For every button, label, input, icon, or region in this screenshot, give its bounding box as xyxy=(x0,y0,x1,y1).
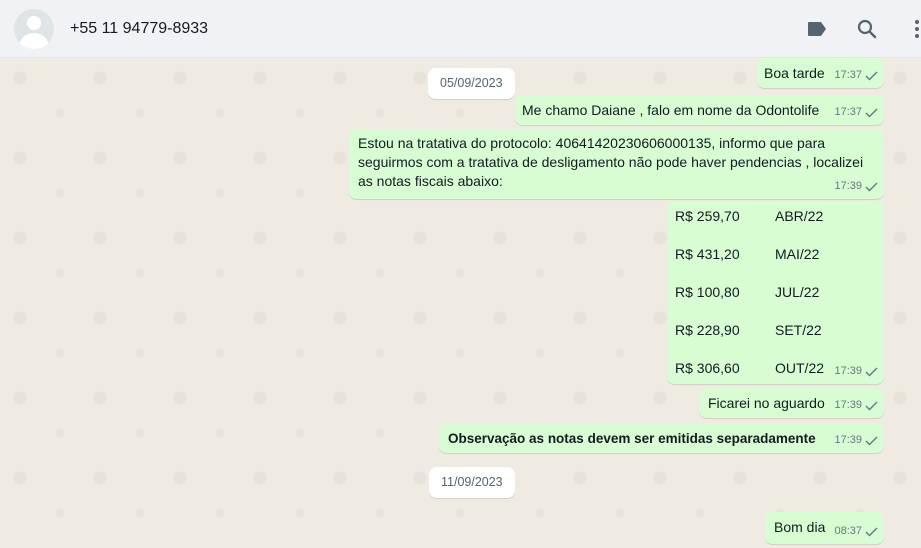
message-meta: 17:39 xyxy=(834,177,878,196)
invoice-amount: R$ 431,20 xyxy=(675,246,740,262)
message-meta: 17:37 xyxy=(834,66,878,85)
avatar-head xyxy=(27,16,41,30)
check-icon xyxy=(865,367,878,376)
date-separator: 11/09/2023 xyxy=(429,467,515,498)
message-time: 17:37 xyxy=(834,69,862,81)
invoice-amount: R$ 100,80 xyxy=(675,284,740,300)
message-time: 08:37 xyxy=(834,525,862,537)
message-text: Ficarei no aguardo xyxy=(708,395,825,411)
chat-header: +55 11 94779-8933 xyxy=(0,0,921,58)
message-text: Boa tarde xyxy=(764,65,825,81)
message-meta: 08:37 xyxy=(834,522,878,541)
message-bubble[interactable]: Me chamo Daiane , falo em nome da Odonto… xyxy=(515,95,884,125)
message-time: 17:39 xyxy=(834,399,862,411)
avatar-body xyxy=(20,33,48,49)
message-bubble[interactable]: Estou na tratativa do protocolo: 4064142… xyxy=(349,129,884,199)
check-icon xyxy=(865,182,878,191)
contact-avatar[interactable] xyxy=(14,9,54,49)
invoice-month: SET/22 xyxy=(775,322,822,338)
message-list[interactable]: Boa tarde 17:37 05/09/2023 Me chamo Daia… xyxy=(0,58,921,548)
check-icon xyxy=(865,71,878,80)
invoice-month: JUL/22 xyxy=(775,284,820,300)
label-icon[interactable] xyxy=(805,17,829,41)
message-bubble[interactable]: Boa tarde 17:37 xyxy=(757,58,884,88)
message-bubble[interactable]: Observação as notas devem ser emitidas s… xyxy=(439,423,884,453)
message-bubble[interactable]: Bom dia 08:37 xyxy=(765,512,884,544)
message-time: 17:39 xyxy=(834,434,862,446)
message-meta: 17:37 xyxy=(834,103,878,122)
invoice-amount: R$ 259,70 xyxy=(675,208,740,224)
invoice-list-message[interactable]: R$ 259,70 ABR/22 R$ 431,20 MAI/22 R$ 100… xyxy=(667,201,884,384)
message-time: 17:37 xyxy=(834,106,862,118)
search-icon[interactable] xyxy=(855,17,879,41)
message-text: Observação as notas devem ser emitidas s… xyxy=(448,431,816,446)
message-text: Me chamo Daiane , falo em nome da Odonto… xyxy=(522,102,820,118)
invoice-amount: R$ 306,60 xyxy=(675,360,740,376)
invoice-month: ABR/22 xyxy=(775,208,824,224)
message-meta: 17:39 xyxy=(834,362,878,381)
invoice-month: OUT/22 xyxy=(775,360,825,376)
check-icon xyxy=(865,108,878,117)
contact-name[interactable]: +55 11 94779-8933 xyxy=(70,20,208,38)
check-icon xyxy=(865,436,878,445)
message-time: 17:39 xyxy=(834,180,862,192)
message-text: Bom dia xyxy=(774,519,826,535)
invoice-amount: R$ 228,90 xyxy=(675,322,740,338)
check-icon xyxy=(865,401,878,410)
menu-icon[interactable] xyxy=(905,17,921,41)
message-bubble[interactable]: Ficarei no aguardo 17:39 xyxy=(699,388,884,418)
check-icon xyxy=(865,527,878,536)
message-meta: 17:39 xyxy=(834,396,878,415)
message-meta: 17:39 xyxy=(834,431,878,450)
date-separator: 05/09/2023 xyxy=(428,68,515,99)
invoice-month: MAI/22 xyxy=(775,246,820,262)
message-text: Estou na tratativa do protocolo: 4064142… xyxy=(358,135,864,189)
message-time: 17:39 xyxy=(834,365,862,377)
